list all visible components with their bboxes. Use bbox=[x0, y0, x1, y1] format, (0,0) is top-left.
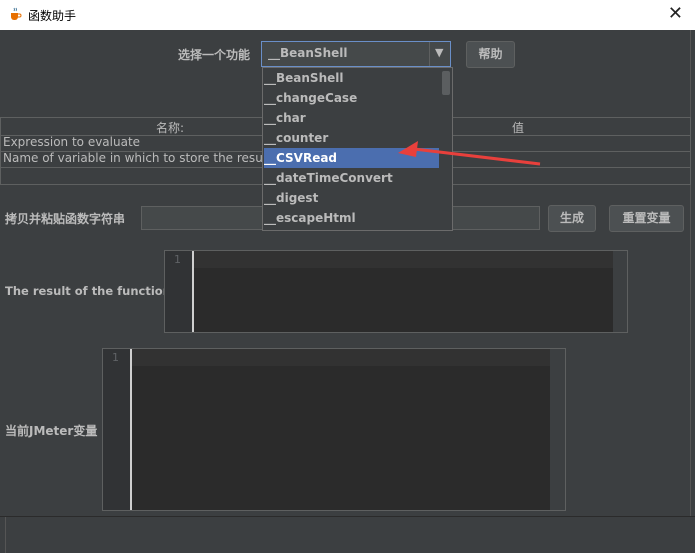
line-number: 1 bbox=[174, 253, 181, 266]
red-annotation-arrow bbox=[398, 141, 541, 166]
line-number: 1 bbox=[112, 351, 119, 364]
function-select-label: 选择一个功能 bbox=[178, 48, 251, 62]
copy-function-label: 拷贝并粘贴函数字符串 bbox=[5, 212, 126, 226]
window-title: 函数助手 bbox=[28, 9, 77, 23]
java-cup-icon bbox=[11, 7, 22, 20]
generate-button[interactable]: 生成 bbox=[548, 205, 596, 232]
dropdown-item-datetimeconvert[interactable]: __dateTimeConvert bbox=[264, 168, 439, 188]
dropdown-item-beanshell[interactable]: __BeanShell bbox=[264, 68, 439, 88]
param-name: Name of variable in which to store the r… bbox=[3, 151, 295, 165]
divider bbox=[5, 517, 6, 553]
bottom-status-area bbox=[0, 516, 695, 553]
dropdown-item-changecase[interactable]: __changeCase bbox=[264, 88, 439, 108]
editor-scrollbar[interactable] bbox=[550, 349, 565, 510]
jmeter-variables-label: 当前JMeter变量 bbox=[5, 424, 98, 438]
reset-variables-button[interactable]: 重置变量 bbox=[609, 205, 684, 232]
chevron-down-icon: ▼ bbox=[435, 46, 444, 59]
function-combobox-value: __BeanShell bbox=[268, 46, 348, 60]
combobox-arrow-button[interactable]: ▼ bbox=[429, 42, 450, 66]
line-number-gutter: 1 bbox=[165, 251, 194, 332]
title-bar: 函数助手 ✕ bbox=[0, 0, 695, 30]
current-line-highlight bbox=[132, 349, 550, 366]
variables-editor[interactable]: 1 bbox=[102, 348, 566, 511]
column-header-value[interactable]: 值 bbox=[512, 119, 524, 136]
help-button[interactable]: 帮助 bbox=[466, 41, 515, 68]
editor-scrollbar[interactable] bbox=[613, 251, 627, 332]
result-editor[interactable]: 1 bbox=[164, 250, 628, 333]
dropdown-item-digest[interactable]: __digest bbox=[264, 188, 439, 208]
dropdown-scroll-thumb[interactable] bbox=[442, 71, 450, 95]
line-number-gutter: 1 bbox=[103, 349, 132, 510]
result-label: The result of the function is bbox=[5, 284, 186, 298]
column-header-name[interactable]: 名称: bbox=[156, 119, 184, 136]
current-line-highlight bbox=[194, 251, 613, 268]
dropdown-item-char[interactable]: __char bbox=[264, 108, 439, 128]
window-edge bbox=[690, 30, 695, 516]
dropdown-item-escapehtml[interactable]: __escapeHtml bbox=[264, 208, 439, 228]
param-name: Expression to evaluate bbox=[3, 135, 141, 149]
close-icon[interactable]: ✕ bbox=[668, 3, 683, 25]
function-combobox[interactable]: __BeanShell ▼ bbox=[261, 41, 451, 67]
